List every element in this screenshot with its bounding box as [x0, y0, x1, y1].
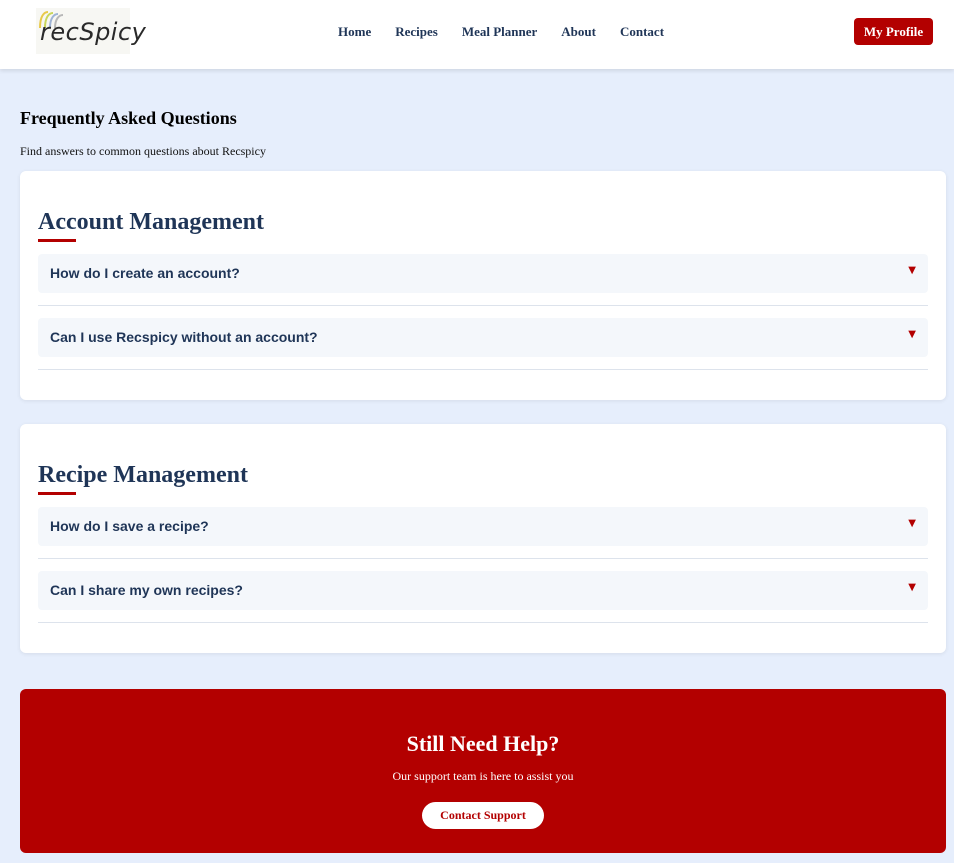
faq-item: How do I create an account? ▼ [38, 254, 928, 306]
nav-contact[interactable]: Contact [620, 24, 664, 40]
faq-question-toggle[interactable]: Can I use Recspicy without an account? ▼ [38, 318, 928, 357]
caret-down-icon: ▼ [908, 265, 916, 276]
faq-item: Can I use Recspicy without an account? ▼ [38, 318, 928, 370]
my-profile-button[interactable]: My Profile [854, 18, 933, 45]
faq-question-text: Can I share my own recipes? [50, 582, 243, 598]
page-title: Frequently Asked Questions [20, 108, 237, 128]
faq-section-recipes: Recipe Management How do I save a recipe… [20, 424, 946, 653]
nav-recipes[interactable]: Recipes [395, 24, 438, 40]
faq-question-text: Can I use Recspicy without an account? [50, 329, 318, 345]
main-nav: Home Recipes Meal Planner About Contact [338, 24, 688, 40]
caret-down-icon: ▼ [908, 518, 916, 529]
section-title-underline [38, 239, 76, 242]
section-title: Account Management [38, 209, 264, 235]
site-header: recSpicy Home Recipes Meal Planner About… [0, 0, 954, 69]
help-subtitle: Our support team is here to assist you [392, 769, 574, 783]
nav-meal-planner[interactable]: Meal Planner [462, 24, 537, 40]
section-title: Recipe Management [38, 462, 248, 488]
contact-support-button[interactable]: Contact Support [422, 802, 544, 829]
faq-question-toggle[interactable]: Can I share my own recipes? ▼ [38, 571, 928, 610]
nav-about[interactable]: About [561, 24, 596, 40]
faq-question-toggle[interactable]: How do I create an account? ▼ [38, 254, 928, 293]
help-title: Still Need Help? [406, 731, 560, 756]
faq-item: How do I save a recipe? ▼ [38, 507, 928, 559]
faq-question-text: How do I save a recipe? [50, 518, 209, 534]
faq-section-account: Account Management How do I create an ac… [20, 171, 946, 400]
faq-question-text: How do I create an account? [50, 265, 240, 281]
faq-item: Can I share my own recipes? ▼ [38, 571, 928, 623]
help-banner: Still Need Help? Our support team is her… [20, 689, 946, 853]
section-title-underline [38, 492, 76, 495]
caret-down-icon: ▼ [908, 582, 916, 593]
logo-text: recSpicy [40, 18, 147, 46]
caret-down-icon: ▼ [908, 329, 916, 340]
page-subtitle: Find answers to common questions about R… [20, 144, 266, 158]
nav-home[interactable]: Home [338, 24, 371, 40]
faq-question-toggle[interactable]: How do I save a recipe? ▼ [38, 507, 928, 546]
recspicy-logo[interactable]: recSpicy [36, 8, 146, 54]
